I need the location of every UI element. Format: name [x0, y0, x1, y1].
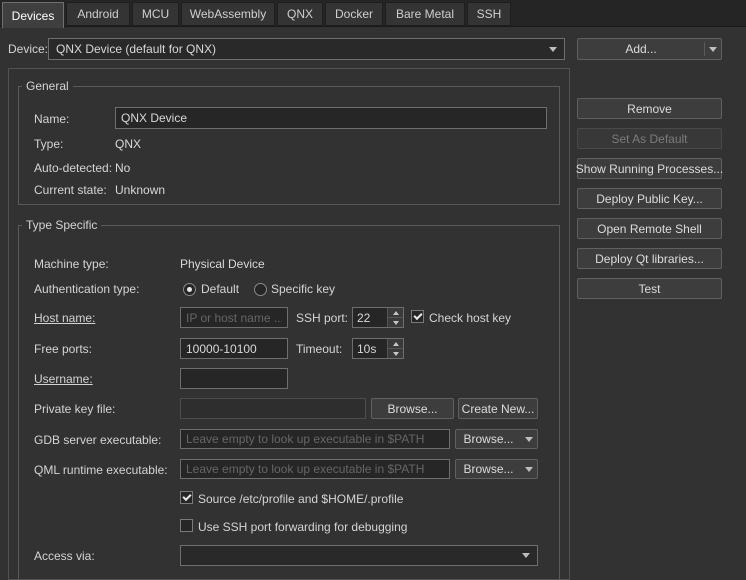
host-name-input[interactable] — [180, 307, 288, 328]
tab-devices[interactable]: Devices — [2, 2, 64, 28]
auth-specific-key-radio[interactable] — [254, 283, 267, 296]
check-host-key-label[interactable]: Check host key — [429, 311, 511, 325]
device-combobox[interactable]: QNX Device (default for QNX) — [48, 38, 565, 60]
gdb-server-executable-input[interactable] — [180, 429, 450, 449]
type-value: QNX — [115, 137, 141, 151]
general-group-title: General — [22, 79, 73, 93]
autodetected-value: No — [115, 161, 130, 175]
add-button-label: Add... — [578, 42, 704, 56]
auth-specific-key-radio-label[interactable]: Specific key — [271, 282, 335, 296]
timeout-label: Timeout: — [296, 342, 342, 356]
gdb-browse-button[interactable]: Browse... — [455, 429, 538, 449]
spin-down-button[interactable] — [388, 317, 403, 327]
check-host-key-checkbox[interactable] — [411, 310, 424, 323]
device-label: Device: — [8, 42, 48, 56]
set-as-default-button: Set As Default — [577, 128, 722, 149]
open-remote-shell-button[interactable]: Open Remote Shell — [577, 218, 722, 239]
chevron-down-icon — [709, 47, 717, 52]
private-key-file-input — [180, 398, 366, 419]
create-new-key-button[interactable]: Create New... — [458, 398, 538, 419]
qml-runtime-executable-input[interactable] — [180, 459, 450, 479]
name-input[interactable] — [115, 107, 547, 129]
spin-buttons — [387, 339, 403, 358]
spin-up-button[interactable] — [388, 308, 403, 317]
host-name-label: Host name: — [34, 311, 95, 325]
tab-docker[interactable]: Docker — [325, 2, 383, 26]
qml-browse-button-label: Browse... — [456, 462, 521, 476]
authentication-type-label: Authentication type: — [34, 282, 139, 296]
machine-type-label: Machine type: — [34, 257, 109, 271]
username-label: Username: — [34, 372, 93, 386]
deploy-qt-libraries-button[interactable]: Deploy Qt libraries... — [577, 248, 722, 269]
qml-runtime-executable-label: QML runtime executable: — [34, 463, 168, 477]
type-label: Type: — [34, 137, 63, 151]
add-menu-arrow[interactable] — [705, 47, 721, 52]
timeout-input[interactable] — [353, 339, 387, 358]
spin-up-button[interactable] — [388, 339, 403, 348]
remove-button[interactable]: Remove — [577, 98, 722, 119]
free-ports-input[interactable] — [180, 338, 288, 359]
deploy-public-key-button[interactable]: Deploy Public Key... — [577, 188, 722, 209]
show-running-processes-button[interactable]: Show Running Processes... — [577, 158, 722, 179]
tab-bar: Devices Android MCU WebAssembly QNX Dock… — [0, 0, 746, 27]
tab-qnx[interactable]: QNX — [277, 2, 323, 26]
free-ports-label: Free ports: — [34, 342, 92, 356]
source-profile-label[interactable]: Source /etc/profile and $HOME/.profile — [198, 492, 403, 506]
chevron-down-icon — [549, 47, 557, 52]
ssh-port-forwarding-label[interactable]: Use SSH port forwarding for debugging — [198, 520, 407, 534]
current-state-value: Unknown — [115, 183, 165, 197]
tab-webassembly[interactable]: WebAssembly — [181, 2, 275, 26]
source-profile-checkbox[interactable] — [180, 491, 193, 504]
qml-browse-menu-arrow[interactable] — [521, 467, 537, 472]
device-settings-window: Devices Android MCU WebAssembly QNX Dock… — [0, 0, 746, 580]
qml-browse-button[interactable]: Browse... — [455, 459, 538, 479]
tab-bare-metal[interactable]: Bare Metal — [385, 2, 465, 26]
spin-buttons — [387, 308, 403, 327]
chevron-down-icon — [525, 467, 533, 472]
autodetected-label: Auto-detected: — [34, 161, 112, 175]
arrow-up-icon — [393, 342, 399, 346]
spin-down-button[interactable] — [388, 348, 403, 358]
gdb-browse-menu-arrow[interactable] — [521, 437, 537, 442]
chevron-down-icon — [522, 553, 530, 558]
device-combobox-value: QNX Device (default for QNX) — [56, 42, 549, 56]
ssh-port-label: SSH port: — [296, 311, 348, 325]
ssh-port-spinbox[interactable] — [352, 307, 404, 328]
chevron-down-icon — [525, 437, 533, 442]
name-label: Name: — [34, 112, 69, 126]
ssh-port-forwarding-checkbox[interactable] — [180, 519, 193, 532]
test-button[interactable]: Test — [577, 278, 722, 299]
tab-android[interactable]: Android — [66, 2, 130, 26]
current-state-label: Current state: — [34, 183, 107, 197]
timeout-spinbox[interactable] — [352, 338, 404, 359]
gdb-server-executable-label: GDB server executable: — [34, 433, 161, 447]
tab-mcu[interactable]: MCU — [132, 2, 179, 26]
username-input[interactable] — [180, 368, 288, 389]
private-key-browse-button[interactable]: Browse... — [371, 398, 454, 419]
private-key-file-label: Private key file: — [34, 402, 115, 416]
access-via-combobox[interactable] — [180, 545, 538, 566]
tab-ssh[interactable]: SSH — [467, 2, 511, 26]
arrow-up-icon — [393, 311, 399, 315]
access-via-label: Access via: — [34, 549, 95, 563]
auth-default-radio[interactable] — [183, 283, 196, 296]
add-button[interactable]: Add... — [577, 38, 722, 60]
arrow-down-icon — [393, 352, 399, 356]
auth-default-radio-label[interactable]: Default — [201, 282, 239, 296]
ssh-port-input[interactable] — [353, 308, 387, 327]
gdb-browse-button-label: Browse... — [456, 432, 521, 446]
machine-type-value: Physical Device — [180, 257, 265, 271]
type-specific-group-title: Type Specific — [22, 218, 101, 232]
arrow-down-icon — [393, 321, 399, 325]
